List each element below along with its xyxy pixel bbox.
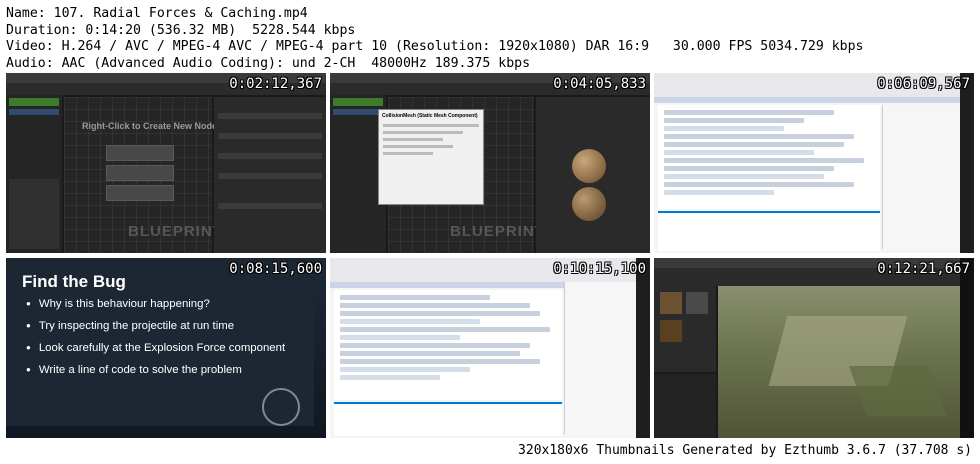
timestamp: 0:08:15,600 (229, 261, 322, 277)
slide-title: Find the Bug (22, 272, 126, 291)
thumbnail-1[interactable]: Right-Click to Create New Nodes. BLUEPRI… (6, 73, 326, 253)
slide-bullet: Why is this behaviour happening? (26, 298, 210, 310)
timestamp: 0:10:15,100 (553, 261, 646, 277)
unreal-logo-icon (262, 388, 300, 426)
audio-info: Audio: AAC (Advanced Audio Coding): und … (6, 55, 531, 71)
thumbnail-5[interactable]: 0:10:15,100 (330, 258, 650, 438)
code-editor (658, 105, 880, 209)
blueprint-hint: Right-Click to Create New Nodes. (82, 121, 225, 131)
thumbnail-6[interactable]: 0:12:21,667 (654, 258, 974, 438)
blueprint-watermark: BLUEPRINT (450, 223, 545, 240)
timestamp: 0:06:09,567 (877, 76, 970, 92)
file-name: Name: 107. Radial Forces & Caching.mp4 (6, 6, 308, 21)
code-editor (334, 290, 562, 400)
blueprint-watermark: BLUEPRINT (128, 223, 223, 240)
component-tooltip: CollisionMesh (Static Mesh Component) (378, 109, 484, 205)
slide-bullet: Write a line of code to solve the proble… (26, 364, 242, 376)
level-viewport[interactable] (718, 286, 960, 438)
timestamp: 0:02:12,367 (229, 76, 322, 92)
video-info: Video: H.264 / AVC / MPEG-4 AVC / MPEG-4… (6, 39, 864, 54)
thumbnail-3[interactable]: 0:06:09,567 (654, 73, 974, 253)
thumbnail-4[interactable]: Find the Bug Why is this behaviour happe… (6, 258, 326, 438)
tooltip-title: CollisionMesh (Static Mesh Component) (382, 113, 478, 119)
slide-bullet: Try inspecting the projectile at run tim… (26, 320, 234, 332)
file-duration: Duration: 0:14:20 (536.32 MB) 5228.544 k… (6, 22, 356, 38)
timestamp: 0:04:05,833 (553, 76, 646, 92)
generator-footer: 320x180x6 Thumbnails Generated by Ezthum… (518, 443, 972, 458)
timestamp: 0:12:21,667 (877, 261, 970, 277)
file-info: Name: 107. Radial Forces & Caching.mp4 D… (6, 6, 863, 72)
thumbnail-2[interactable]: CollisionMesh (Static Mesh Component) BL… (330, 73, 650, 253)
slide-bullet: Look carefully at the Explosion Force co… (26, 342, 285, 354)
